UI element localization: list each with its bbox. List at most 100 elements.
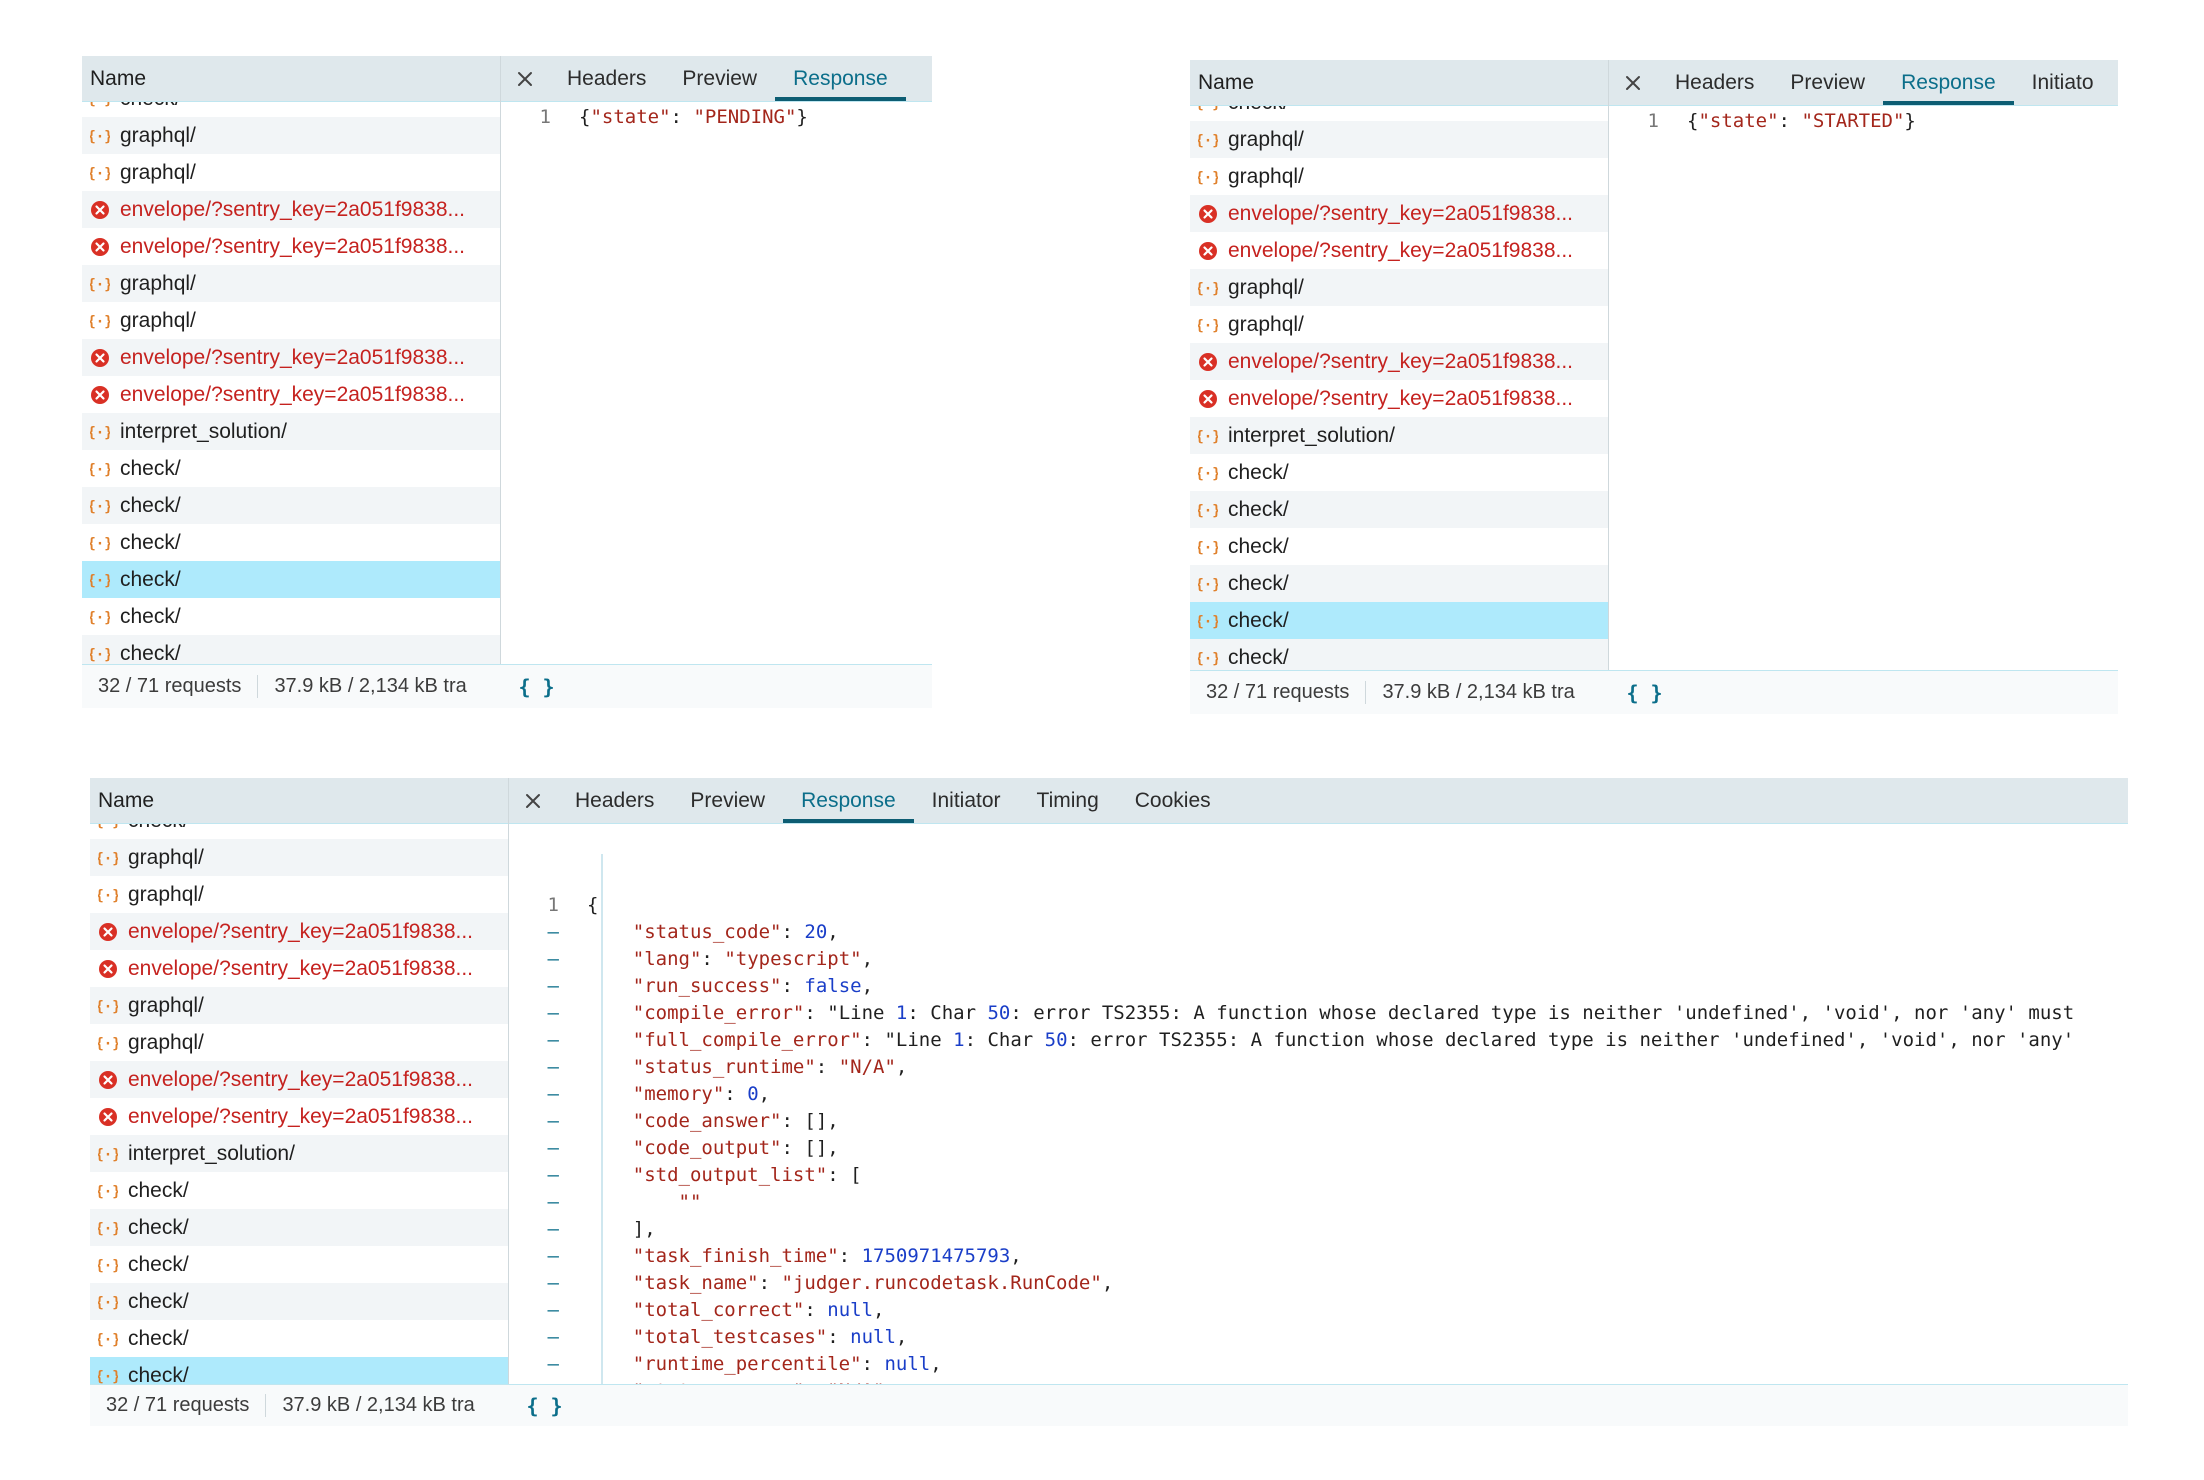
response-body[interactable]: 1 {"state": "PENDING"} xyxy=(501,102,932,131)
request-row[interactable]: envelope/?sentry_key=2a051f9838... xyxy=(90,1061,508,1098)
fetch-icon: {·} xyxy=(98,1181,128,1201)
pretty-print-button[interactable]: { } xyxy=(508,675,554,699)
tab-headers[interactable]: Headers xyxy=(1657,60,1772,105)
request-row[interactable]: {·} graphql/ xyxy=(90,876,508,913)
request-row[interactable]: {·} check/ xyxy=(90,1283,508,1320)
tab-timing[interactable]: Timing xyxy=(1019,778,1117,823)
fetch-icon: {·} xyxy=(1198,130,1228,150)
svg-text:{·}: {·} xyxy=(98,1332,118,1348)
pretty-print-button[interactable]: { } xyxy=(516,1394,562,1418)
svg-text:{·}: {·} xyxy=(90,462,110,478)
request-row[interactable]: {·} graphql/ xyxy=(90,987,508,1024)
response-body[interactable]: 1{– "status_code": 20, – "lang": "typescr… xyxy=(509,824,2128,1386)
line-number: – xyxy=(547,1353,559,1375)
close-icon[interactable] xyxy=(509,778,557,823)
request-row[interactable]: {·} graphql/ xyxy=(90,1024,508,1061)
request-row[interactable]: {·} check/ xyxy=(90,1172,508,1209)
tab-headers[interactable]: Headers xyxy=(557,778,672,823)
code-line: – "total_testcases": null, xyxy=(509,1324,2128,1351)
request-row[interactable]: {·} check/ xyxy=(1190,639,1608,670)
request-row[interactable]: envelope/?sentry_key=2a051f9838... xyxy=(1190,343,1608,380)
request-row[interactable]: {·} check/ xyxy=(82,635,500,666)
request-rows[interactable]: {·} check/ {·} graphql/ {·} graphql/envelope/… xyxy=(1190,106,1608,670)
close-icon[interactable] xyxy=(501,56,549,101)
request-row[interactable]: {·} check/ xyxy=(82,487,500,524)
request-row[interactable]: {·} check/ xyxy=(90,1246,508,1283)
request-row[interactable]: {·} graphql/ xyxy=(1190,269,1608,306)
tab-response[interactable]: Response xyxy=(783,778,914,823)
request-row[interactable]: envelope/?sentry_key=2a051f9838... xyxy=(90,950,508,987)
request-row[interactable]: envelope/?sentry_key=2a051f9838... xyxy=(90,913,508,950)
request-row[interactable]: {·} check/ xyxy=(90,1320,508,1357)
request-row[interactable]: {·} graphql/ xyxy=(1190,121,1608,158)
svg-text:{·}: {·} xyxy=(1198,614,1218,630)
request-row[interactable]: {·} check/ xyxy=(82,102,500,117)
request-row[interactable]: {·} interpret_solution/ xyxy=(1190,417,1608,454)
tab-preview[interactable]: Preview xyxy=(664,56,775,101)
tab-headers[interactable]: Headers xyxy=(549,56,664,101)
tab-initiato[interactable]: Initiato xyxy=(2014,60,2112,105)
name-column-header[interactable]: Name xyxy=(1190,60,1608,106)
request-name: check/ xyxy=(120,604,181,628)
tab-response[interactable]: Response xyxy=(775,56,906,101)
request-name: envelope/?sentry_key=2a051f9838... xyxy=(120,382,466,406)
fetch-icon: {·} xyxy=(1198,426,1228,446)
request-rows[interactable]: {·} check/ {·} graphql/ {·} graphql/envelope/… xyxy=(90,824,508,1384)
request-count: 32 / 71 requests xyxy=(90,1394,267,1417)
request-row[interactable]: {·} graphql/ xyxy=(82,117,500,154)
request-row[interactable]: envelope/?sentry_key=2a051f9838... xyxy=(1190,380,1608,417)
tab-initiator[interactable]: Initiator xyxy=(914,778,1019,823)
request-row[interactable]: {·} graphql/ xyxy=(82,154,500,191)
request-name: envelope/?sentry_key=2a051f9838... xyxy=(120,234,466,258)
request-rows[interactable]: {·} check/ {·} graphql/ {·} graphql/envelope/… xyxy=(82,102,500,666)
request-row[interactable]: {·} check/ xyxy=(1190,602,1608,639)
request-row[interactable]: {·} interpret_solution/ xyxy=(82,413,500,450)
request-row[interactable]: {·} check/ xyxy=(82,450,500,487)
request-row[interactable]: {·} graphql/ xyxy=(82,302,500,339)
request-row[interactable]: {·} graphql/ xyxy=(90,839,508,876)
request-row[interactable]: envelope/?sentry_key=2a051f9838... xyxy=(82,191,500,228)
request-row[interactable]: envelope/?sentry_key=2a051f9838... xyxy=(1190,195,1608,232)
line-number: 1 xyxy=(539,106,551,128)
svg-text:{·}: {·} xyxy=(1198,106,1218,112)
request-name: envelope/?sentry_key=2a051f9838... xyxy=(1228,238,1574,262)
name-column-header[interactable]: Name xyxy=(82,56,500,102)
request-row[interactable]: {·} check/ xyxy=(1190,454,1608,491)
request-row[interactable]: envelope/?sentry_key=2a051f9838... xyxy=(82,376,500,413)
code-text: {"state": "PENDING"} xyxy=(579,106,808,128)
request-row[interactable]: {·} check/ xyxy=(90,1357,508,1384)
request-row[interactable]: {·} graphql/ xyxy=(1190,158,1608,195)
line-number: – xyxy=(547,1056,559,1078)
request-row[interactable]: {·} check/ xyxy=(1190,528,1608,565)
request-row[interactable]: {·} check/ xyxy=(82,524,500,561)
name-column-header[interactable]: Name xyxy=(90,778,508,824)
request-name: check/ xyxy=(120,641,181,665)
request-name: graphql/ xyxy=(128,993,204,1017)
request-row[interactable]: {·} check/ xyxy=(1190,565,1608,602)
error-icon xyxy=(90,200,120,220)
request-row[interactable]: {·} check/ xyxy=(1190,491,1608,528)
devtools-panel-1: Name {·} check/ {·} graphql/ {·} graphql/enve… xyxy=(82,56,932,708)
tab-cookies[interactable]: Cookies xyxy=(1117,778,1229,823)
request-row[interactable]: {·} check/ xyxy=(90,1209,508,1246)
close-icon[interactable] xyxy=(1609,60,1657,105)
request-row[interactable]: envelope/?sentry_key=2a051f9838... xyxy=(82,339,500,376)
request-row[interactable]: envelope/?sentry_key=2a051f9838... xyxy=(90,1098,508,1135)
request-row[interactable]: {·} check/ xyxy=(1190,106,1608,121)
request-row[interactable]: {·} graphql/ xyxy=(82,265,500,302)
request-row[interactable]: envelope/?sentry_key=2a051f9838... xyxy=(82,228,500,265)
pretty-print-button[interactable]: { } xyxy=(1616,681,1662,705)
request-row[interactable]: {·} interpret_solution/ xyxy=(90,1135,508,1172)
tab-response[interactable]: Response xyxy=(1883,60,2014,105)
tab-preview[interactable]: Preview xyxy=(672,778,783,823)
tab-preview[interactable]: Preview xyxy=(1772,60,1883,105)
response-body[interactable]: 1 {"state": "STARTED"} xyxy=(1609,106,2118,135)
request-row[interactable]: {·} check/ xyxy=(82,561,500,598)
request-name: envelope/?sentry_key=2a051f9838... xyxy=(1228,201,1574,225)
transfer-size: 37.9 kB / 2,134 kB tra xyxy=(282,1394,475,1416)
request-row[interactable]: {·} check/ xyxy=(82,598,500,635)
code-line: – "compile_error": "Line 1: Char 50: err… xyxy=(509,1000,2128,1027)
request-row[interactable]: envelope/?sentry_key=2a051f9838... xyxy=(1190,232,1608,269)
request-row[interactable]: {·} graphql/ xyxy=(1190,306,1608,343)
request-row[interactable]: {·} check/ xyxy=(90,824,508,839)
